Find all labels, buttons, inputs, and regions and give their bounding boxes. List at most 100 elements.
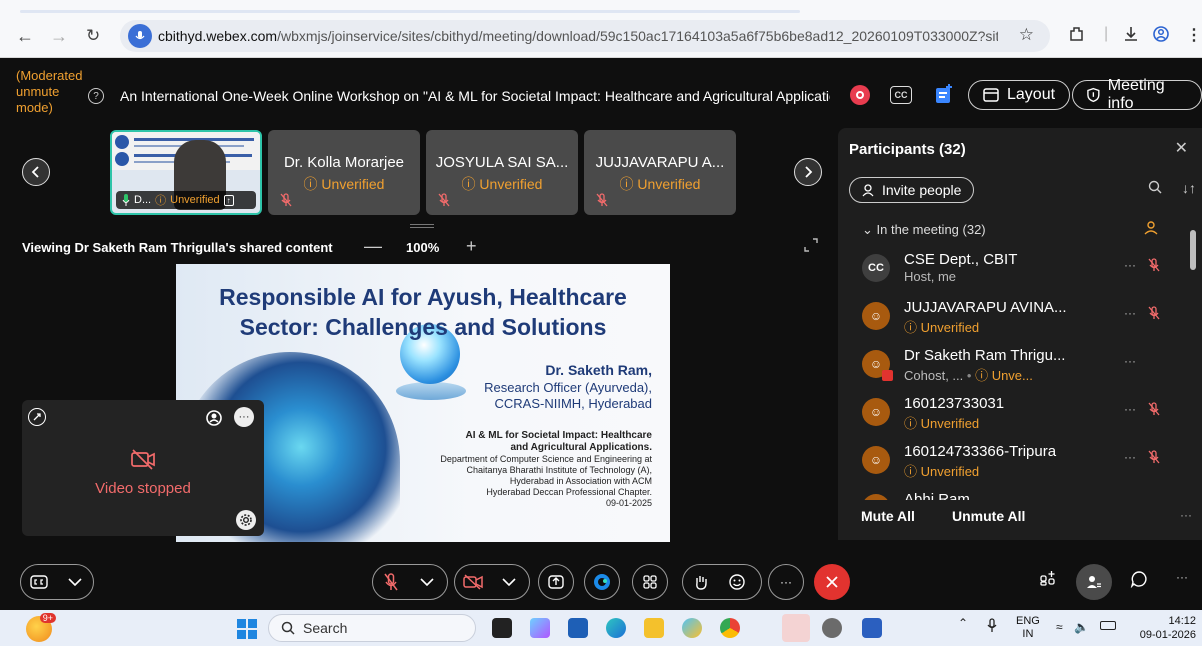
site-info-icon[interactable] [128, 24, 152, 48]
ai-assistant-button[interactable] [584, 564, 620, 600]
expand-icon[interactable] [804, 238, 818, 252]
ai-app-icon[interactable] [682, 618, 702, 638]
download-icon[interactable] [1122, 25, 1140, 43]
mic-muted-icon[interactable] [1148, 258, 1160, 272]
panel-more-icon[interactable]: ··· [1180, 508, 1192, 522]
captions-dropdown[interactable] [57, 564, 93, 600]
participant-row[interactable]: ☺ 160124733366-Tripura ⓘ Unverified ··· [838, 438, 1188, 486]
thumbnail-active-speaker[interactable]: D... ⓘ Unverified ↑ [110, 130, 262, 215]
help-icon[interactable]: ? [88, 88, 104, 104]
apps-grid-icon [643, 575, 657, 589]
zoom-in-button[interactable]: + [466, 236, 477, 257]
closed-caption-icon[interactable]: CC [890, 86, 912, 104]
background-effects-icon[interactable] [204, 407, 224, 427]
gear-icon[interactable] [236, 510, 256, 530]
back-arrow-icon[interactable]: ← [16, 26, 34, 47]
person-avatar-icon: ☺ [862, 302, 890, 330]
reload-icon[interactable]: ↻ [86, 26, 100, 46]
extensions-icon[interactable] [1068, 25, 1086, 43]
prev-thumbnails-button[interactable] [22, 158, 50, 186]
mic-muted-icon[interactable] [1148, 402, 1160, 416]
zoom-out-button[interactable]: — [364, 236, 382, 257]
system-tray-chevron-icon[interactable]: ⌃ [958, 616, 968, 630]
mic-muted-icon[interactable] [1148, 450, 1160, 464]
more-options-icon[interactable]: ··· [1124, 306, 1136, 320]
settings-gear-icon[interactable] [822, 618, 842, 638]
captions-button[interactable] [21, 564, 57, 600]
notes-icon[interactable] [934, 83, 954, 105]
windows-start-icon[interactable] [236, 618, 257, 639]
battery-icon[interactable] [1100, 621, 1116, 630]
copilot-icon[interactable] [530, 618, 550, 638]
recording-icon[interactable] [850, 85, 870, 105]
apps-panel-icon[interactable] [1040, 570, 1056, 586]
close-icon[interactable]: ✕ [1175, 138, 1188, 158]
chrome-icon[interactable] [720, 618, 740, 638]
volume-icon[interactable]: 🔈 [1074, 620, 1089, 634]
search-icon[interactable] [1148, 180, 1162, 194]
layout-icon [983, 88, 999, 102]
browser-menu-icon[interactable]: ⋮ [1186, 25, 1202, 45]
edge-icon[interactable] [606, 618, 626, 638]
microphone-icon[interactable] [986, 618, 998, 634]
address-bar[interactable]: cbithyd.webex.com/wbxmjs/joinservice/sit… [120, 20, 1050, 52]
taskbar-search-box[interactable]: Search [268, 614, 476, 642]
unmute-button[interactable] [373, 564, 409, 600]
pin-icon[interactable] [28, 408, 46, 426]
leave-meeting-button[interactable] [814, 564, 850, 600]
participants-panel: Participants (32) ✕ Invite people ↓↑ ⌄ I… [838, 128, 1202, 540]
in-meeting-group-header[interactable]: ⌄ In the meeting (32) [862, 222, 986, 238]
store-icon[interactable] [568, 618, 588, 638]
forward-arrow-icon[interactable]: → [50, 26, 68, 47]
raise-hand-button[interactable] [683, 564, 719, 600]
unmute-all-button[interactable]: Unmute All [952, 508, 1025, 524]
resize-handle[interactable] [410, 224, 434, 228]
self-view-panel[interactable]: ··· Video stopped [22, 400, 264, 536]
file-explorer-icon[interactable] [644, 618, 664, 638]
thumbnail-participant[interactable]: JUJJAVARAPU A... ⓘ Unverified [584, 130, 736, 215]
more-options-icon[interactable]: ··· [1124, 354, 1136, 368]
sort-icon[interactable]: ↓↑ [1182, 180, 1196, 196]
participant-row[interactable]: ☺ Abhi Ram [838, 486, 1188, 500]
more-controls-button[interactable]: ··· [768, 564, 804, 600]
participant-row[interactable]: ☺ 160123733031 ⓘ Unverified ··· [838, 390, 1188, 438]
thumbnail-participant[interactable]: JOSYULA SAI SA... ⓘ Unverified [426, 130, 578, 215]
wifi-icon[interactable]: ≈ [1056, 620, 1063, 634]
participant-row[interactable]: ☺ Dr Saketh Ram Thrigu... Cohost, ... • … [838, 342, 1188, 390]
word-icon[interactable] [862, 618, 882, 638]
self-view-more-icon[interactable]: ··· [234, 407, 254, 427]
input-language-indicator[interactable]: ENG IN [1016, 615, 1040, 641]
thumbnail-name: Dr. Kolla Morarjee [283, 154, 405, 171]
invite-people-button[interactable]: Invite people [849, 177, 975, 203]
meeting-info-button[interactable]: Meeting info [1072, 77, 1202, 112]
webex-active-app-icon[interactable] [782, 614, 810, 642]
share-button[interactable] [538, 564, 574, 600]
participants-panel-button[interactable] [1076, 564, 1112, 600]
start-video-button[interactable] [455, 564, 491, 600]
reactions-button[interactable] [719, 564, 755, 600]
participant-row[interactable]: CC CSE Dept., CBIT Host, me ··· [838, 246, 1188, 294]
waiting-person-icon[interactable] [1144, 220, 1160, 236]
apps-button[interactable] [632, 564, 668, 600]
video-dropdown[interactable] [491, 564, 527, 600]
audio-dropdown[interactable] [409, 564, 445, 600]
profile-icon[interactable] [1152, 25, 1170, 43]
chat-icon[interactable] [1130, 570, 1148, 588]
mic-muted-icon[interactable] [1148, 306, 1160, 320]
layout-button[interactable]: Layout [968, 80, 1071, 110]
bookmark-star-icon[interactable]: ☆ [1019, 25, 1034, 45]
participant-scrollbar[interactable] [1190, 216, 1196, 496]
more-options-icon[interactable]: ··· [1124, 450, 1136, 464]
scrollbar-thumb[interactable] [1190, 230, 1196, 270]
mute-all-button[interactable]: Mute All [861, 508, 915, 524]
more-options-icon[interactable]: ··· [1124, 258, 1136, 272]
more-panels-icon[interactable]: ··· [1176, 570, 1188, 584]
task-view-icon[interactable] [492, 618, 512, 638]
next-thumbnails-button[interactable] [794, 158, 822, 186]
more-options-icon[interactable]: ··· [1124, 402, 1136, 416]
participant-row[interactable]: ☺ JUJJAVARAPU AVINA... ⓘ Unverified ··· [838, 294, 1188, 342]
taskbar-clock[interactable]: 14:12 09-01-2026 [1140, 614, 1196, 642]
zoom-level: 100% [406, 240, 440, 255]
thumbnail-participant[interactable]: Dr. Kolla Morarjee ⓘ Unverified [268, 130, 420, 215]
notification-app-icon[interactable]: 9+ [26, 613, 56, 642]
